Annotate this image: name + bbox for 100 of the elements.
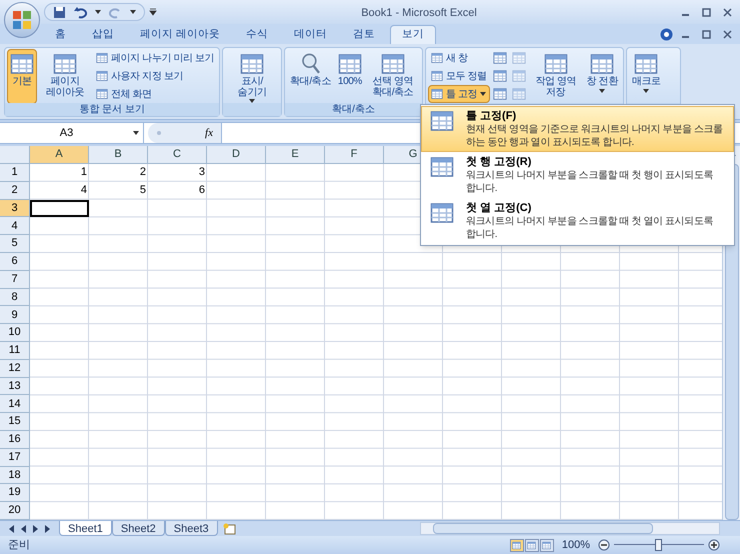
column-header[interactable]: D (207, 146, 266, 164)
window-icon (492, 87, 507, 101)
row-header[interactable]: 15 (0, 413, 30, 431)
table-cell-text: 3 (198, 165, 206, 180)
window-icon (512, 87, 526, 101)
restore-icon[interactable] (702, 30, 711, 39)
ribbon-small-button[interactable]: 모두 정렬 (428, 67, 490, 85)
sheet-icon (53, 52, 77, 76)
zoom-slider[interactable] (614, 539, 704, 551)
ribbon-tab[interactable]: 데이터 (282, 25, 338, 44)
ribbon-button[interactable]: 매크로 (628, 49, 664, 103)
ribbon-tab[interactable]: 검토 (342, 25, 386, 44)
ribbon-button[interactable]: 창 전환 (584, 49, 621, 103)
dropdown-caret-icon (133, 131, 139, 135)
sheet-tab[interactable]: Sheet3 (164, 521, 218, 536)
row-header[interactable]: 8 (0, 288, 30, 306)
table-cell-text: 1 (80, 165, 88, 180)
menu-item-title: 틀 고정(F) (466, 109, 518, 123)
menu-item[interactable]: 첫 열 고정(C) 워크시트의 나머지 부분을 스크롤할 때 첫 열이 표시되도록 합니다. (421, 198, 734, 244)
row-header[interactable]: 3 (0, 200, 30, 218)
menu-item-title: 첫 열 고정(C) (466, 201, 532, 215)
row-header[interactable]: 12 (0, 360, 30, 378)
column-header[interactable]: A (30, 146, 89, 164)
ribbon-tab[interactable]: 삽입 (81, 25, 125, 44)
group-label: 통합 문서 보기 (79, 104, 145, 116)
sheet-icon (240, 52, 264, 76)
help-icon[interactable] (660, 28, 673, 41)
sheet-icon (338, 52, 362, 76)
horizontal-scrollbar[interactable] (420, 522, 720, 535)
grid-icon (430, 201, 454, 225)
office-logo-icon (12, 10, 32, 30)
caret-icon (95, 10, 101, 14)
row-header[interactable]: 13 (0, 378, 30, 396)
column-header[interactable]: F (325, 146, 384, 164)
sheet-icon (96, 70, 108, 82)
column-header[interactable]: C (148, 146, 207, 164)
ribbon-small-button[interactable]: 페이지 나누기 미리 보기 (93, 49, 218, 67)
column-header[interactable]: E (266, 146, 325, 164)
customize-caret-icon[interactable] (149, 8, 157, 16)
row-header[interactable]: 11 (0, 342, 30, 360)
row-header[interactable]: 18 (0, 466, 30, 484)
menu-item-description: 워크시트의 나머지 부분을 스크롤할 때 첫 열이 표시되도록 합니다. (466, 215, 714, 241)
sheet-tab[interactable]: Sheet1 (59, 521, 112, 536)
ribbon-tab[interactable]: 홈 (44, 25, 77, 44)
save-icon[interactable] (53, 6, 66, 18)
table-cell-text: 4 (80, 182, 88, 198)
row-header[interactable]: 17 (0, 448, 30, 467)
ribbon-small-button[interactable]: 새 창 (428, 49, 490, 67)
row-header[interactable]: 19 (0, 484, 30, 502)
row-header[interactable]: 5 (0, 235, 30, 253)
row-header[interactable]: 14 (0, 395, 30, 414)
sheet-icon (96, 52, 108, 64)
sheet-icon (430, 70, 443, 82)
view-button[interactable] (540, 538, 554, 552)
undo-icon[interactable] (74, 6, 87, 18)
ribbon-button[interactable]: 확대/축소 (287, 49, 334, 103)
close-icon[interactable] (723, 8, 732, 16)
menu-item-title: 첫 행 고정(R) (466, 155, 532, 169)
ribbon-tab[interactable]: 페이지 레이아웃 (129, 25, 231, 44)
ribbon-small-button[interactable]: 사용자 지정 보기 (93, 67, 218, 85)
sheet-icon (430, 52, 443, 64)
row-header[interactable]: 9 (0, 306, 30, 324)
row-header[interactable]: 20 (0, 502, 30, 520)
insert-sheet-icon[interactable] (222, 522, 238, 534)
sheet-icon (10, 52, 34, 76)
zoom-slider-thumb[interactable] (655, 539, 662, 551)
row-header[interactable]: 7 (0, 270, 30, 289)
close-icon[interactable] (723, 30, 732, 39)
zoom-level[interactable]: 100% (554, 536, 598, 554)
ribbon-small-button[interactable]: 전체 화면 (93, 85, 218, 103)
row-header[interactable]: 4 (0, 217, 30, 236)
table-cell-text: 5 (138, 182, 147, 198)
status-text: 준비 (7, 538, 31, 553)
insert-function-button[interactable]: fx (205, 124, 221, 142)
name-box[interactable]: A3 (0, 123, 144, 143)
sheet-icon (380, 52, 405, 76)
row-header[interactable]: 6 (0, 252, 30, 271)
ribbon-button[interactable]: 기본 (7, 49, 37, 103)
maximize-icon[interactable] (702, 8, 711, 16)
sheet-icon (430, 88, 443, 100)
sheet-tab[interactable]: Sheet2 (112, 521, 165, 536)
row-header[interactable]: 2 (0, 182, 30, 200)
view-button[interactable] (524, 538, 539, 552)
row-header[interactable]: 10 (0, 324, 30, 342)
zoom-out-icon[interactable] (598, 539, 610, 551)
menu-item-description: 워크시트의 나머지 부분을 스크롤할 때 첫 행이 표시되도록 합니다. (466, 169, 714, 195)
view-icon (542, 540, 552, 550)
view-icon (512, 540, 522, 550)
row-header[interactable]: 16 (0, 430, 30, 449)
menu-item[interactable]: 틀 고정(F) 현재 선택 영역을 기준으로 워크시트의 나머지 부분을 스크롤하는 동안 행과 열이 표시되도록 합니다. (421, 106, 734, 152)
column-header[interactable]: B (89, 146, 148, 164)
ribbon-tab[interactable]: 보기 (390, 25, 436, 44)
ribbon-tab[interactable]: 수식 (234, 25, 279, 44)
view-button[interactable] (510, 538, 524, 552)
window-icon (512, 51, 526, 65)
ribbon-button[interactable]: 100% (334, 49, 365, 103)
zoom-in-icon[interactable] (708, 539, 720, 551)
ribbon-small-button[interactable]: 틀 고정 (428, 85, 490, 103)
window-icon (512, 69, 526, 83)
row-header[interactable]: 1 (0, 164, 30, 182)
